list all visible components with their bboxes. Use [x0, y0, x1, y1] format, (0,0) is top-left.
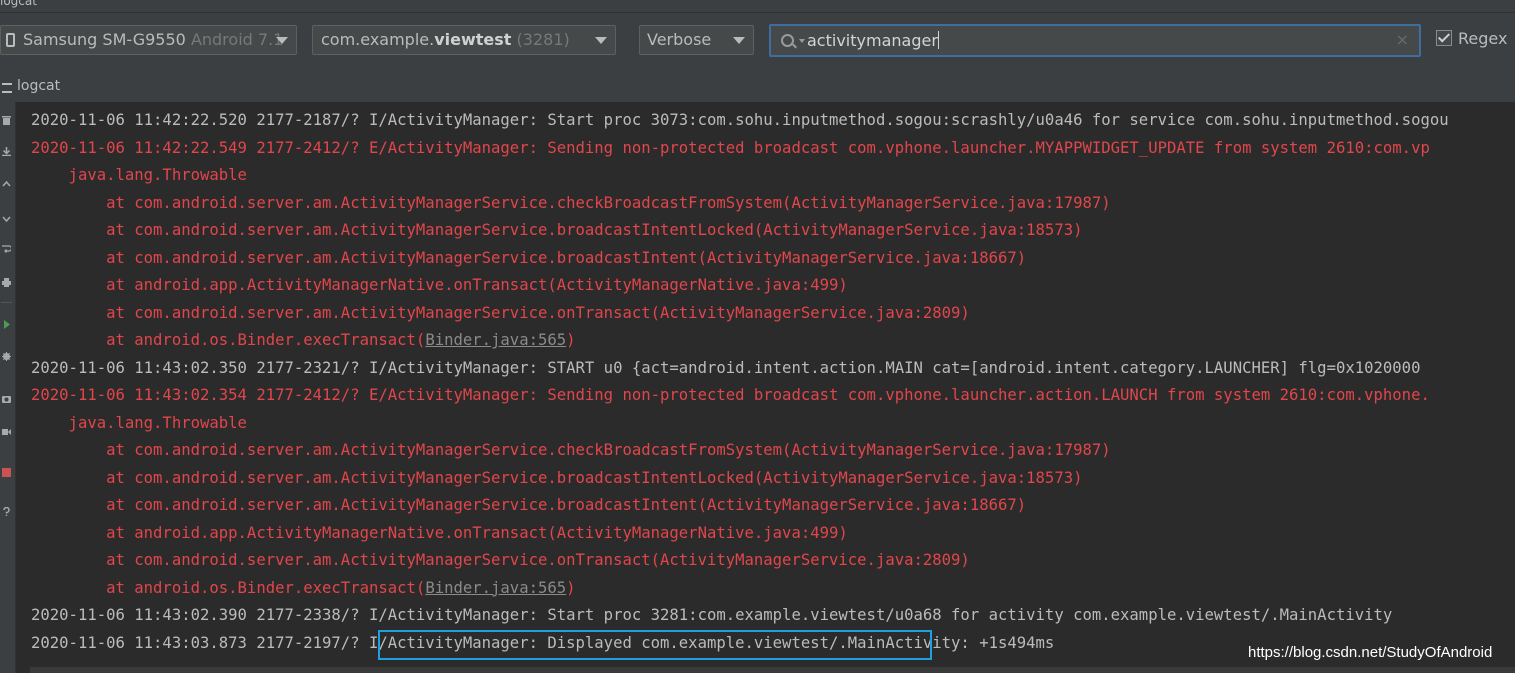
trash-icon[interactable] — [2, 116, 11, 125]
log-line-suffix: ) — [566, 578, 576, 597]
logcat-side-toolbar — [0, 102, 16, 673]
phone-icon — [6, 33, 15, 47]
logcat-panel-header: logcat — [0, 71, 1515, 103]
log-line-text: at android.os.Binder.execTransact( — [31, 331, 426, 349]
panel-title: logcat — [17, 78, 61, 94]
logcat-icon — [2, 83, 12, 93]
log-line-text: at com.android.server.am.ActivityManager… — [31, 468, 1083, 487]
log-line-text: 2020-11-06 11:42:22.520 2177-2187/? I/Ac… — [31, 111, 1449, 129]
log-line-text: java.lang.Throwable — [31, 166, 247, 184]
settings-icon[interactable] — [2, 352, 11, 361]
log-line-suffix: ) — [566, 331, 576, 349]
device-name: Samsung SM-G9550 — [23, 30, 186, 49]
log-line: at com.android.server.am.ActivityManager… — [31, 190, 1111, 217]
search-field[interactable]: activitymanager × — [769, 24, 1421, 57]
print-icon[interactable] — [2, 278, 11, 287]
log-line: at com.android.server.am.ActivityManager… — [31, 492, 1026, 519]
log-line-text: 2020-11-06 11:43:02.350 2177-2321/? I/Ac… — [31, 358, 1421, 377]
clear-search-icon[interactable]: × — [1396, 30, 1409, 49]
down-icon[interactable] — [2, 214, 11, 223]
log-line-text: at android.app.ActivityManagerNative.onT… — [31, 523, 848, 542]
log-line: at com.android.server.am.ActivityManager… — [31, 465, 1082, 492]
log-line-text: 2020-11-06 11:42:22.549 2177-2412/? E/Ac… — [31, 138, 1430, 157]
log-line-text: at com.android.server.am.ActivityManager… — [31, 496, 1027, 514]
scroll-to-end-icon[interactable] — [2, 147, 11, 156]
log-level-selector[interactable]: Verbose — [639, 25, 754, 55]
log-line: java.lang.Throwable — [31, 162, 247, 189]
log-line: at android.app.ActivityManagerNative.onT… — [31, 520, 848, 547]
source-link[interactable]: Binder.java:565 — [425, 331, 566, 349]
text-caret — [937, 31, 939, 49]
annotation-highlight-box — [378, 630, 932, 660]
chevron-down-icon — [276, 37, 288, 44]
log-line: 2020-11-06 11:43:02.350 2177-2321/? I/Ac… — [31, 355, 1420, 382]
log-output[interactable]: 2020-11-06 11:42:22.520 2177-2187/? I/Ac… — [16, 102, 1515, 673]
log-line: java.lang.Throwable — [31, 410, 247, 437]
log-line: at com.android.server.am.ActivityManager… — [31, 300, 970, 327]
regex-toggle[interactable]: Regex — [1436, 29, 1507, 48]
window-title: logcat — [0, 0, 37, 8]
process-name-prefix: com.example. — [321, 30, 435, 49]
log-line: at com.android.server.am.ActivityManager… — [31, 547, 970, 574]
regex-checkbox[interactable] — [1436, 30, 1452, 46]
screenshot-icon[interactable] — [2, 394, 11, 403]
log-line: at com.android.server.am.ActivityManager… — [31, 245, 1026, 272]
toolbar-separator — [1, 302, 12, 303]
search-history-dropdown-icon[interactable] — [799, 39, 805, 43]
search-icon — [781, 34, 794, 47]
log-line: at android.app.ActivityManagerNative.onT… — [31, 272, 848, 299]
restart-icon[interactable] — [2, 320, 11, 329]
device-os: Android 7.1 — [190, 30, 284, 49]
log-line: at com.android.server.am.ActivityManager… — [31, 437, 1111, 464]
log-line-text: 2020-11-06 11:43:02.390 2177-2338/? I/Ac… — [31, 606, 1393, 624]
process-selector[interactable]: com.example.viewtest (3281) — [312, 25, 616, 55]
regex-label: Regex — [1458, 29, 1508, 48]
horizontal-scrollbar[interactable] — [30, 667, 1515, 673]
log-line-text: at com.android.server.am.ActivityManager… — [31, 303, 970, 322]
screen-record-icon[interactable] — [2, 427, 11, 436]
log-line-text: at com.android.server.am.ActivityManager… — [31, 248, 1027, 267]
process-pid: (3281) — [516, 30, 570, 49]
source-link[interactable]: Binder.java:565 — [425, 579, 566, 597]
log-line: at com.android.server.am.ActivityManager… — [31, 217, 1082, 244]
help-icon[interactable] — [2, 507, 11, 516]
log-line-text: at com.android.server.am.ActivityManager… — [31, 441, 1111, 459]
process-name-bold: viewtest — [434, 30, 512, 49]
title-bar: logcat — [0, 0, 1515, 13]
stop-icon[interactable] — [2, 468, 11, 477]
log-line-text: 2020-11-06 11:43:02.354 2177-2412/? E/Ac… — [31, 386, 1430, 404]
log-line: 2020-11-06 11:43:02.354 2177-2412/? E/Ac… — [31, 382, 1430, 409]
log-line: at android.os.Binder.execTransact(Binder… — [31, 327, 576, 354]
watermark: https://blog.csdn.net/StudyOfAndroid — [1248, 644, 1493, 661]
log-line: 2020-11-06 11:42:22.549 2177-2412/? E/Ac… — [31, 135, 1430, 162]
log-line-text: at com.android.server.am.ActivityManager… — [31, 221, 1083, 239]
logcat-toolbar: Samsung SM-G9550 Android 7.1 com.example… — [0, 13, 1515, 71]
search-input[interactable]: activitymanager — [807, 30, 939, 52]
up-icon[interactable] — [2, 180, 11, 189]
device-selector[interactable]: Samsung SM-G9550 Android 7.1 — [0, 25, 297, 55]
log-line: at android.os.Binder.execTransact(Binder… — [31, 575, 576, 602]
log-line-text: at android.app.ActivityManagerNative.onT… — [31, 276, 848, 294]
log-line-text: at android.os.Binder.execTransact( — [31, 578, 426, 597]
log-line-text: at com.android.server.am.ActivityManager… — [31, 193, 1111, 212]
log-line-text: java.lang.Throwable — [31, 413, 247, 432]
log-line: 2020-11-06 11:42:22.520 2177-2187/? I/Ac… — [31, 107, 1449, 134]
chevron-down-icon — [595, 37, 607, 44]
chevron-down-icon — [733, 37, 745, 44]
log-level-value: Verbose — [647, 30, 712, 49]
soft-wrap-icon[interactable] — [2, 245, 11, 254]
log-line: 2020-11-06 11:43:02.390 2177-2338/? I/Ac… — [31, 602, 1392, 629]
log-line-text: at com.android.server.am.ActivityManager… — [31, 551, 970, 569]
